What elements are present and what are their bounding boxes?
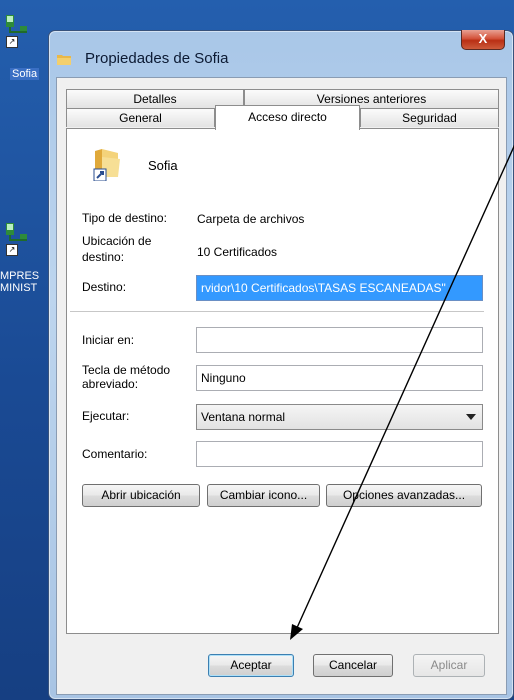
advanced-options-button[interactable]: Opciones avanzadas... (326, 484, 482, 507)
target-location-label: destino: (82, 250, 125, 264)
target-label: Destino: (82, 280, 127, 294)
shortcut-arrow-icon: ↗ (6, 244, 18, 256)
desktop-icon-mpres[interactable]: ↗ (4, 222, 34, 256)
folder-icon (57, 55, 71, 65)
window-title: Propiedades de Sofia (85, 50, 229, 67)
network-icon (6, 223, 27, 241)
tab-general[interactable]: General (66, 108, 215, 127)
desktop-icon-sofia[interactable]: ↗ (4, 14, 34, 48)
comment-label: Comentario: (82, 447, 148, 461)
folder-shortcut-icon (93, 149, 120, 181)
tab-seguridad[interactable]: Seguridad (360, 108, 499, 127)
target-location-value: 10 Certificados (197, 245, 278, 259)
target-input[interactable]: rvidor\10 Certificados\TASAS ESCANEADAS" (196, 275, 483, 301)
title-bar[interactable]: Propiedades de Sofia X (49, 30, 513, 67)
run-select[interactable]: Ventana normal (196, 404, 483, 430)
cancel-button[interactable]: Cancelar (313, 654, 393, 677)
chevron-down-icon (466, 414, 476, 420)
change-icon-button[interactable]: Cambiar icono... (207, 484, 320, 507)
apply-button[interactable]: Aplicar (413, 654, 485, 677)
network-icon (6, 15, 27, 33)
desktop-icon-label: MINIST (0, 282, 38, 294)
start-in-input[interactable] (196, 327, 483, 353)
close-button[interactable]: X (461, 30, 505, 50)
target-type-label: Tipo de destino: (82, 211, 167, 225)
hotkey-label: Tecla de método (82, 363, 171, 377)
hotkey-label: abreviado: (82, 377, 139, 391)
shortcut-arrow-icon: ↗ (6, 36, 18, 48)
hotkey-input[interactable]: Ninguno (196, 365, 483, 391)
target-type-value: Carpeta de archivos (197, 212, 305, 226)
target-location-label: Ubicación de (82, 234, 152, 248)
run-label: Ejecutar: (82, 409, 130, 423)
ok-button[interactable]: Aceptar (208, 654, 294, 677)
run-select-value: Ventana normal (201, 410, 286, 424)
start-in-label: Iniciar en: (82, 333, 135, 347)
tab-acceso-directo[interactable]: Acceso directo (215, 105, 360, 130)
desktop-icon-label: Sofia (10, 68, 40, 80)
comment-input[interactable] (196, 441, 483, 467)
divider (70, 311, 484, 312)
shortcut-name: Sofia (148, 158, 178, 173)
desktop-icon-label: MPRES (0, 270, 40, 282)
open-location-button[interactable]: Abrir ubicación (82, 484, 200, 507)
